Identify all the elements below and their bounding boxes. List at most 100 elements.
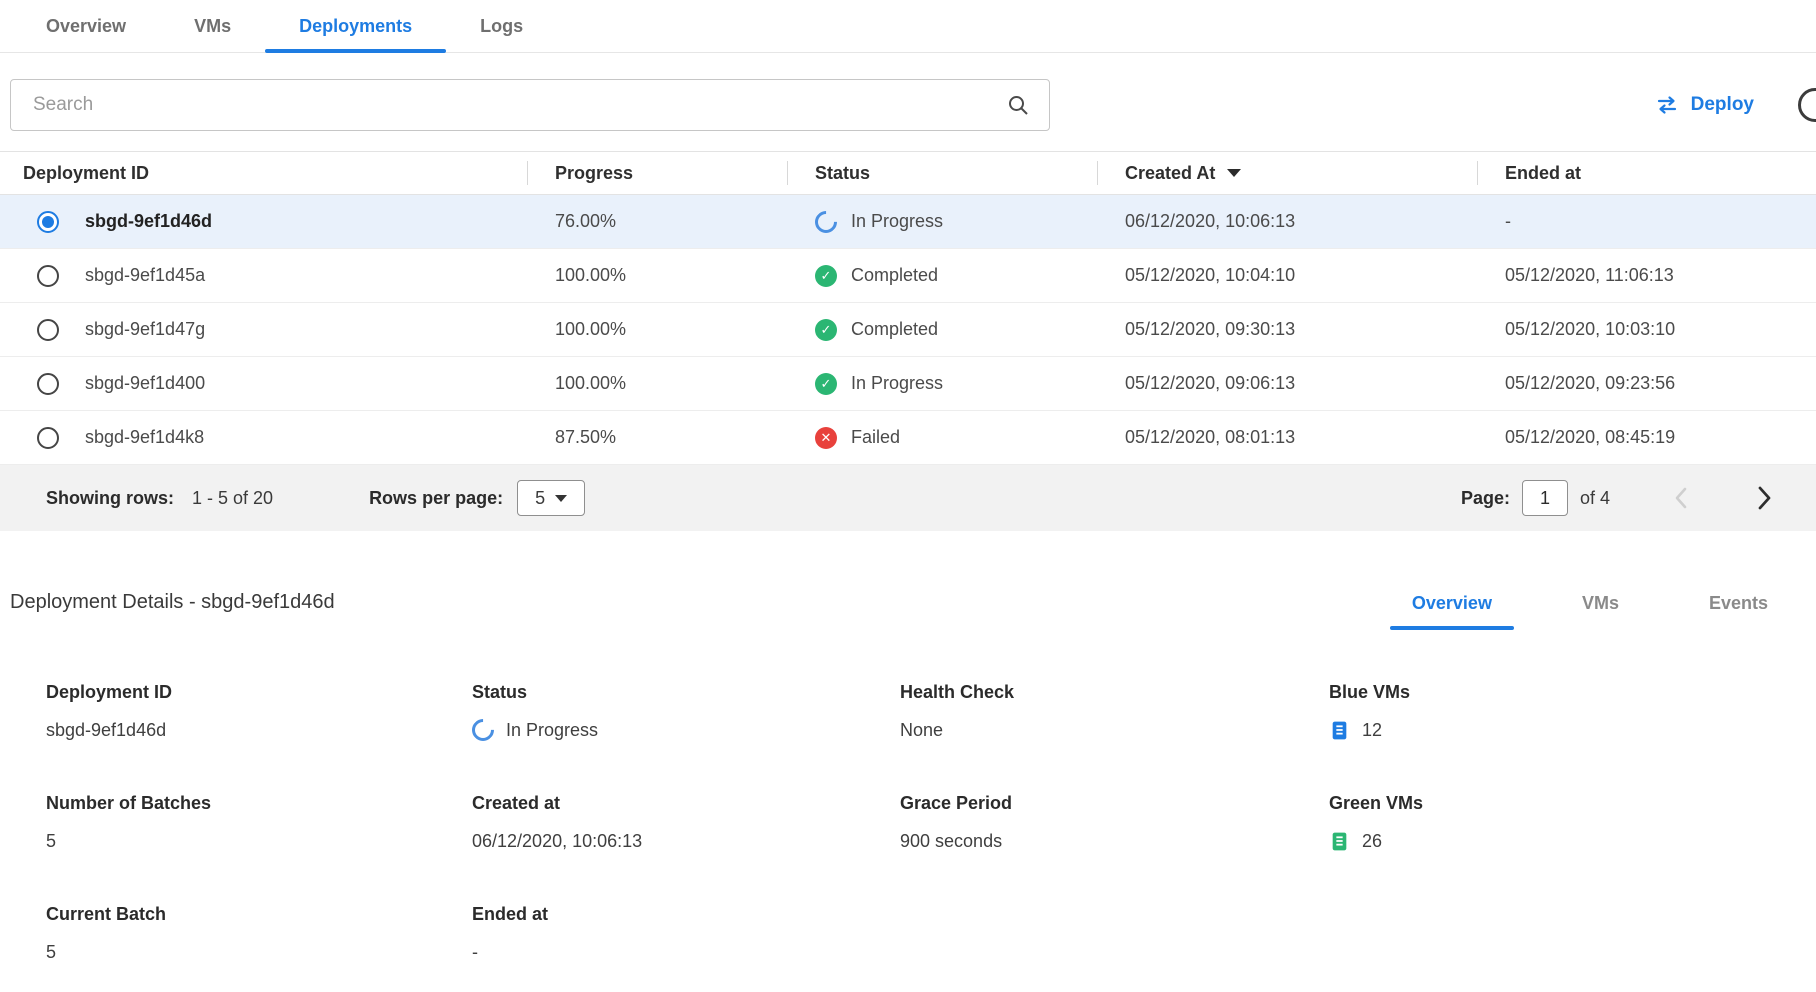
table-row[interactable]: sbgd-9ef1d45a 100.00% Completed 05/12/20… (0, 249, 1816, 303)
field-label: Ended at (472, 904, 900, 925)
details-title: Deployment Details - sbgd-9ef1d46d (10, 591, 335, 630)
details-fields: Deployment ID sbgd-9ef1d46d Status In Pr… (46, 682, 1816, 965)
field-status: Status In Progress (472, 682, 900, 743)
deployment-id: sbgd-9ef1d45a (85, 265, 205, 286)
field-value-text: 26 (1362, 831, 1382, 852)
column-ended-at: Ended at (1477, 152, 1816, 194)
field-label: Status (472, 682, 900, 703)
field-label: Deployment ID (46, 682, 472, 703)
search-input[interactable] (10, 79, 1050, 131)
column-created-at[interactable]: Created At (1097, 152, 1477, 194)
details-tab-vms[interactable]: VMs (1560, 593, 1641, 630)
row-radio[interactable] (37, 319, 59, 341)
row-radio[interactable] (37, 265, 59, 287)
field-label: Blue VMs (1329, 682, 1816, 703)
status-label: Completed (851, 319, 938, 340)
pagination-bar: Showing rows: 1 - 5 of 20 Rows per page:… (0, 465, 1816, 531)
field-label: Green VMs (1329, 793, 1816, 814)
row-radio[interactable] (37, 211, 59, 233)
chevron-left-icon[interactable] (1670, 482, 1692, 514)
progress-value: 100.00% (527, 373, 787, 394)
search-box (10, 79, 1050, 131)
field-health-check: Health Check None (900, 682, 1329, 743)
field-value-text: 06/12/2020, 10:06:13 (472, 831, 642, 852)
table-row[interactable]: sbgd-9ef1d46d 76.00% In Progress 06/12/2… (0, 195, 1816, 249)
status-icon (815, 319, 837, 341)
page-label: Page: (1461, 488, 1510, 509)
field-value-text: sbgd-9ef1d46d (46, 720, 166, 741)
field-label: Number of Batches (46, 793, 472, 814)
created-at-value: 05/12/2020, 10:04:10 (1097, 265, 1477, 286)
deployment-id: sbgd-9ef1d400 (85, 373, 205, 394)
refresh-icon[interactable] (1798, 88, 1816, 122)
row-radio[interactable] (37, 427, 59, 449)
details-header: Deployment Details - sbgd-9ef1d46d Overv… (0, 591, 1816, 630)
field-current-batch: Current Batch 5 (46, 904, 472, 965)
ended-at-value: - (1477, 211, 1816, 232)
created-at-value: 05/12/2020, 09:06:13 (1097, 373, 1477, 394)
status-label: Completed (851, 265, 938, 286)
sort-descending-icon (1227, 169, 1241, 177)
tab-vms[interactable]: VMs (160, 0, 265, 52)
search-icon (1006, 93, 1030, 117)
progress-value: 76.00% (527, 211, 787, 232)
deploy-button[interactable]: Deploy (1655, 94, 1754, 116)
rows-per-page-select[interactable]: 5 (517, 480, 585, 516)
field-value-text: - (472, 942, 478, 963)
rows-per-page-label: Rows per page: (369, 488, 503, 509)
status-icon (815, 265, 837, 287)
progress-value: 100.00% (527, 265, 787, 286)
green-vms-icon (1329, 831, 1350, 852)
ended-at-value: 05/12/2020, 11:06:13 (1477, 265, 1816, 286)
showing-rows-label: Showing rows: (46, 488, 174, 509)
page-total: of 4 (1580, 488, 1610, 509)
field-value-text: 12 (1362, 720, 1382, 741)
field-value-text: In Progress (506, 720, 598, 741)
table-row[interactable]: sbgd-9ef1d47g 100.00% Completed 05/12/20… (0, 303, 1816, 357)
deployment-id: sbgd-9ef1d46d (85, 211, 212, 232)
table-row[interactable]: sbgd-9ef1d4k8 87.50% Failed 05/12/2020, … (0, 411, 1816, 465)
field-value-text: 900 seconds (900, 831, 1002, 852)
field-label: Grace Period (900, 793, 1329, 814)
status-label: In Progress (851, 211, 943, 232)
in-progress-spinner-icon (467, 714, 498, 745)
chevron-right-icon[interactable] (1752, 481, 1776, 515)
progress-value: 87.50% (527, 427, 787, 448)
status-icon (815, 427, 837, 449)
toolbar: Deploy (0, 53, 1816, 151)
field-number-of-batches: Number of Batches 5 (46, 793, 472, 854)
ended-at-value: 05/12/2020, 09:23:56 (1477, 373, 1816, 394)
details-tab-overview[interactable]: Overview (1390, 593, 1514, 630)
field-created-at: Created at 06/12/2020, 10:06:13 (472, 793, 900, 854)
tab-overview[interactable]: Overview (12, 0, 160, 52)
blue-vms-icon (1329, 720, 1350, 741)
details-tab-events[interactable]: Events (1687, 593, 1790, 630)
field-value-text: 5 (46, 831, 56, 852)
swap-arrows-icon (1655, 95, 1679, 115)
field-label: Created at (472, 793, 900, 814)
rows-per-page-value: 5 (535, 488, 545, 509)
deployments-page: Overview VMs Deployments Logs Deploy (0, 0, 1816, 992)
column-deployment-id: Deployment ID (0, 152, 527, 194)
dropdown-caret-icon (555, 495, 567, 502)
status-label: In Progress (851, 373, 943, 394)
status-icon (810, 206, 841, 237)
column-status: Status (787, 152, 1097, 194)
tab-logs[interactable]: Logs (446, 0, 557, 52)
column-created-at-label: Created At (1125, 163, 1215, 184)
page-input[interactable] (1522, 480, 1568, 516)
field-value-text: 5 (46, 942, 56, 963)
ended-at-value: 05/12/2020, 08:45:19 (1477, 427, 1816, 448)
deployment-id: sbgd-9ef1d47g (85, 319, 205, 340)
field-deployment-id: Deployment ID sbgd-9ef1d46d (46, 682, 472, 743)
deploy-label: Deploy (1691, 94, 1754, 116)
column-progress: Progress (527, 152, 787, 194)
row-radio[interactable] (37, 373, 59, 395)
field-blue-vms: Blue VMs 12 (1329, 682, 1816, 743)
field-label: Health Check (900, 682, 1329, 703)
top-tab-bar: Overview VMs Deployments Logs (0, 0, 1816, 53)
details-tab-bar: Overview VMs Events (1344, 593, 1790, 630)
table-row[interactable]: sbgd-9ef1d400 100.00% In Progress 05/12/… (0, 357, 1816, 411)
field-value-text: None (900, 720, 943, 741)
tab-deployments[interactable]: Deployments (265, 0, 446, 52)
